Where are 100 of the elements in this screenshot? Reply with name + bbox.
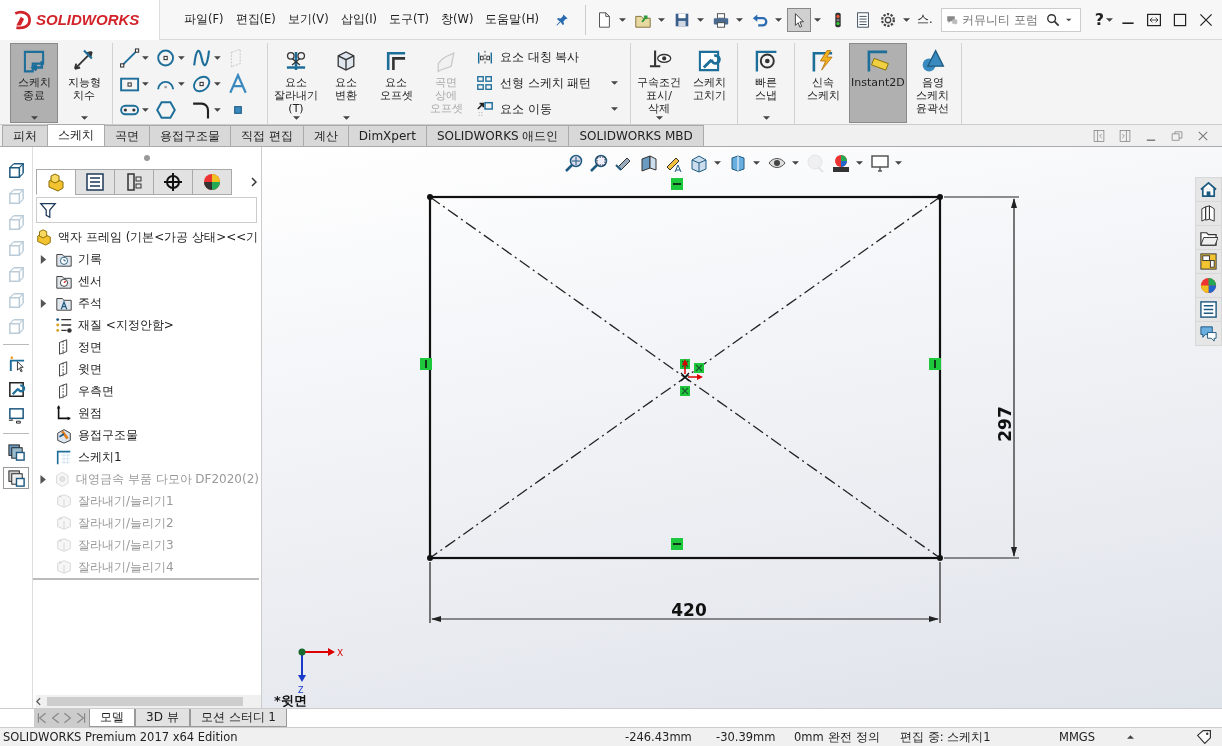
horizontal-scrollbar[interactable] (36, 695, 261, 708)
ribbon-link[interactable]: 요소 대칭 복사 (500, 50, 580, 66)
ribbon-button[interactable]: 요소 변환 (322, 43, 370, 123)
menu-item[interactable]: 창(W) (435, 10, 480, 29)
tab[interactable]: SOLIDWORKS 애드인 (425, 125, 570, 146)
tab[interactable]: 피처 (2, 125, 48, 146)
pin-icon[interactable] (555, 12, 570, 27)
tree-item[interactable]: 원점 (78, 404, 102, 422)
caret-icon[interactable] (142, 81, 149, 86)
part-icon[interactable] (36, 169, 76, 195)
ribbon-link[interactable]: 요소 이동 (500, 101, 552, 117)
help-button[interactable]: ? (1094, 10, 1104, 29)
tab[interactable]: 계산 (302, 125, 349, 146)
tree-item[interactable]: 윗면 (78, 360, 102, 378)
caret-icon[interactable] (292, 116, 300, 120)
tree-item[interactable]: 재질 <지정안함> (78, 316, 174, 334)
palette-icon[interactable] (1196, 250, 1221, 273)
ribbon-link[interactable]: 선형 스케치 패턴 (500, 76, 592, 91)
caret-icon[interactable] (214, 55, 221, 60)
status-text[interactable]: MMGS (1059, 730, 1127, 744)
filter-field[interactable] (36, 197, 257, 223)
ribbon-button[interactable]: 신속 스케치 (799, 43, 847, 123)
toolbar-label[interactable]: 스. (917, 12, 933, 27)
caret-icon[interactable] (1106, 17, 1113, 22)
ribbon-button[interactable]: Instant2D (849, 43, 907, 123)
caret-icon[interactable] (895, 161, 902, 165)
restore-icon[interactable] (1146, 11, 1162, 28)
tab[interactable]: SOLIDWORKS MBD (568, 125, 704, 146)
expand-arrow-icon[interactable] (39, 298, 48, 308)
caret-icon[interactable] (903, 17, 911, 22)
configuration-icon[interactable] (114, 169, 154, 195)
caret-icon[interactable] (775, 17, 783, 22)
crosshair-icon[interactable] (153, 169, 193, 195)
maximize-icon[interactable] (1172, 11, 1188, 28)
tree-item[interactable]: 용접구조물 (78, 426, 138, 444)
caret-icon[interactable] (30, 116, 38, 120)
ribbon-button[interactable]: 구속조건 표시/삭제 (635, 43, 683, 123)
close-icon[interactable] (1198, 11, 1214, 28)
tab[interactable]: 곡면 (104, 125, 150, 146)
move-icon[interactable] (476, 100, 494, 119)
pointer-icon[interactable] (787, 7, 812, 32)
menu-item[interactable]: 편집(E) (229, 10, 282, 29)
tab[interactable]: 모델 (89, 709, 135, 727)
caret-icon[interactable] (792, 161, 799, 165)
layers-icon[interactable] (3, 467, 29, 489)
tree-item[interactable]: 스케치1 (78, 448, 122, 466)
caret-icon[interactable] (714, 161, 721, 165)
caret-icon[interactable] (342, 116, 350, 120)
menu-item[interactable]: 보기(V) (281, 10, 335, 29)
polygon-icon[interactable] (155, 98, 177, 121)
property-list-icon[interactable] (1196, 298, 1221, 321)
tab[interactable]: 모션 스터디 1 (189, 709, 287, 727)
caret-icon[interactable] (658, 17, 666, 22)
caret-icon[interactable] (753, 161, 760, 165)
caret-up-icon[interactable] (1127, 735, 1134, 739)
chat-icon[interactable] (1196, 322, 1221, 345)
appearance-icon[interactable] (1196, 274, 1221, 297)
ribbon-button[interactable]: 스케치 고치기 (685, 43, 733, 123)
ribbon-button[interactable]: 요소 오프셋 (372, 43, 420, 123)
ribbon-button[interactable]: 요소 잘라내기(T) (272, 43, 320, 123)
tree-item[interactable]: 정면 (78, 338, 102, 356)
tab[interactable]: DimXpert (347, 125, 427, 146)
home-icon[interactable] (1196, 178, 1221, 201)
ribbon-button[interactable]: 빠른 스냅 (742, 43, 790, 123)
tree-item[interactable]: 액자 프레임 (기본<가공 상태><<기 (58, 228, 259, 246)
library-icon[interactable] (1196, 202, 1221, 225)
ribbon-button[interactable]: 지능형 치수 (60, 43, 108, 123)
caret-icon[interactable] (142, 55, 149, 60)
tab[interactable]: 3D 뷰 (135, 709, 190, 727)
caret-icon[interactable] (611, 107, 618, 112)
search-field[interactable]: 커뮤니티 포럼 (940, 7, 1081, 32)
expand-arrow-icon[interactable] (39, 254, 48, 264)
caret-icon[interactable] (611, 81, 618, 86)
caret-icon[interactable] (178, 55, 185, 60)
caret-icon[interactable] (214, 81, 221, 86)
menu-item[interactable]: 파일(F) (178, 10, 230, 29)
menu-item[interactable]: 도움말(H) (479, 10, 546, 29)
tree-item[interactable]: 우측면 (78, 382, 114, 400)
mirror-icon[interactable] (476, 48, 494, 67)
caret-icon[interactable] (178, 81, 185, 86)
folder-icon[interactable] (1196, 226, 1221, 249)
caret-icon[interactable] (619, 17, 627, 22)
pattern-icon[interactable] (476, 74, 494, 93)
tab[interactable]: 스케치 (47, 124, 105, 146)
text-tool-icon[interactable] (227, 72, 249, 95)
caret-icon[interactable] (1066, 17, 1072, 22)
tree-item[interactable]: 주석 (78, 294, 102, 312)
chevron-right-icon[interactable] (251, 177, 257, 187)
monitor-icon[interactable] (868, 152, 892, 174)
caret-icon[interactable] (856, 161, 863, 165)
drag-handle-icon[interactable] (144, 155, 150, 161)
menu-item[interactable]: 도구(T) (383, 10, 436, 29)
appearance-icon[interactable] (192, 169, 232, 195)
caret-icon[interactable] (214, 107, 221, 112)
tree-item[interactable]: 센서 (78, 272, 102, 290)
caret-icon[interactable] (814, 17, 822, 22)
tab[interactable]: 용접구조물 (149, 125, 231, 146)
tab[interactable]: 직접 편집 (230, 125, 304, 146)
property-list-icon[interactable] (75, 169, 115, 195)
tag-icon[interactable] (1196, 729, 1212, 745)
